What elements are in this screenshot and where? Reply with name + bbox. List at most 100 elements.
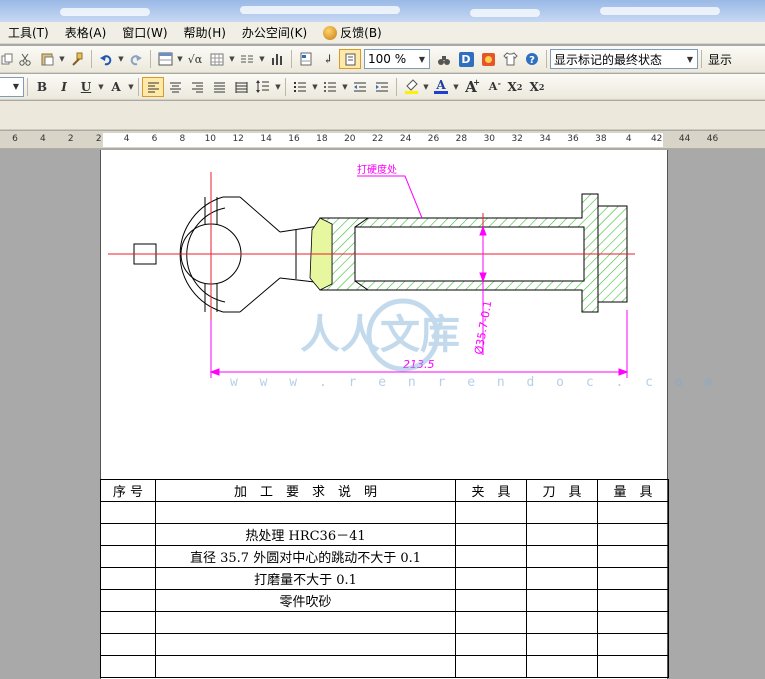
table-cell[interactable]	[455, 655, 527, 678]
table-cell[interactable]	[597, 501, 669, 524]
font-color-button[interactable]: A	[430, 77, 452, 97]
table-cell[interactable]	[526, 523, 598, 546]
menu-office-space[interactable]: 办公空间(K)	[234, 22, 315, 44]
table-cell[interactable]	[100, 501, 156, 524]
align-center-button[interactable]	[164, 77, 186, 97]
menu-help[interactable]: 帮助(H)	[176, 22, 234, 44]
d-button[interactable]: D	[455, 49, 477, 69]
italic-button[interactable]: I	[53, 77, 75, 97]
align-right-button[interactable]	[186, 77, 208, 97]
columns-dropdown-icon[interactable]: ▼	[258, 55, 266, 63]
undo-button[interactable]	[95, 49, 117, 69]
format-painter-button[interactable]	[66, 49, 88, 69]
table-cell[interactable]	[526, 501, 598, 524]
undo-dropdown-icon[interactable]: ▼	[117, 55, 125, 63]
menu-tools[interactable]: 工具(T)	[0, 22, 57, 44]
table-cell[interactable]	[526, 545, 598, 568]
table-cell[interactable]	[155, 501, 456, 524]
zoom-dropdown-icon[interactable]: ▼	[415, 50, 429, 68]
menu-feedback[interactable]: 反馈(B)	[315, 22, 390, 44]
table-cell[interactable]	[526, 567, 598, 590]
superscript-button[interactable]: X2	[504, 77, 526, 97]
table-cell[interactable]	[526, 611, 598, 634]
table-cell[interactable]	[455, 633, 527, 656]
highlight-dropdown-icon[interactable]: ▼	[422, 83, 430, 91]
gift-button[interactable]	[477, 49, 499, 69]
table-cell[interactable]	[100, 567, 156, 590]
numbering-dropdown-icon[interactable]: ▼	[311, 83, 319, 91]
show-menu-button[interactable]: 显示	[705, 49, 735, 69]
highlight-button[interactable]	[400, 77, 422, 97]
markup-display-combo[interactable]: 显示标记的最终状态 ▼	[550, 49, 698, 69]
table-cell[interactable]	[155, 633, 456, 656]
table-cell[interactable]	[526, 589, 598, 612]
table-cell[interactable]	[455, 589, 527, 612]
bullets-dropdown-icon[interactable]: ▼	[341, 83, 349, 91]
font-size-combo[interactable]: ▼	[0, 76, 24, 97]
paragraph-marks-button[interactable]: ↲	[317, 49, 339, 69]
table-cell[interactable]	[155, 655, 456, 678]
char-spacing-dropdown-icon[interactable]: ▼	[127, 83, 135, 91]
table-cell[interactable]	[455, 567, 527, 590]
table-cell[interactable]: 零件吹砂	[155, 589, 456, 612]
bullets-button[interactable]	[319, 77, 341, 97]
table-cell[interactable]	[526, 655, 598, 678]
cut-button[interactable]	[14, 49, 36, 69]
markup-dropdown-icon[interactable]: ▼	[683, 50, 697, 68]
find-button[interactable]	[433, 49, 455, 69]
copy-button[interactable]	[0, 49, 14, 69]
decrease-indent-button[interactable]	[349, 77, 371, 97]
line-spacing-dropdown-icon[interactable]: ▼	[274, 83, 282, 91]
paste-button[interactable]	[36, 49, 58, 69]
grow-font-button[interactable]: A +	[460, 77, 482, 97]
horizontal-ruler[interactable]: 6 4 2 2 4 6 8 10 12 14 16 18 20 22 24 26 28 30 32 34 36 38 4 42…	[0, 131, 765, 149]
table-cell[interactable]	[100, 611, 156, 634]
table-cell[interactable]	[526, 633, 598, 656]
underline-dropdown-icon[interactable]: ▼	[97, 83, 105, 91]
grid-dropdown-icon[interactable]: ▼	[228, 55, 236, 63]
table-cell[interactable]: 打磨量不大于 0.1	[155, 567, 456, 590]
bold-button[interactable]: B	[31, 77, 53, 97]
menu-table[interactable]: 表格(A)	[57, 22, 115, 44]
table-cell[interactable]	[455, 523, 527, 546]
table-cell[interactable]	[100, 655, 156, 678]
table-cell[interactable]	[455, 611, 527, 634]
distributed-button[interactable]	[230, 77, 252, 97]
read-layout-button[interactable]	[339, 49, 361, 69]
table-cell[interactable]	[597, 633, 669, 656]
subscript-button[interactable]: X2	[526, 77, 548, 97]
table-cell[interactable]	[455, 545, 527, 568]
table-cell[interactable]	[455, 501, 527, 524]
table-cell[interactable]	[597, 655, 669, 678]
table-cell[interactable]	[155, 611, 456, 634]
document-map-button[interactable]	[295, 49, 317, 69]
table-dropdown-icon[interactable]: ▼	[176, 55, 184, 63]
table-cell[interactable]	[100, 523, 156, 546]
formula-button[interactable]: √α	[184, 49, 206, 69]
numbering-button[interactable]	[289, 77, 311, 97]
columns-button[interactable]	[236, 49, 258, 69]
table-cell[interactable]: 热处理 HRC36－41	[155, 523, 456, 546]
table-cell[interactable]	[597, 589, 669, 612]
zoom-combo[interactable]: 100 % ▼	[364, 49, 430, 69]
table-cell[interactable]	[100, 589, 156, 612]
table-cell[interactable]	[597, 523, 669, 546]
font-color-dropdown-icon[interactable]: ▼	[452, 83, 460, 91]
table-cell[interactable]	[597, 611, 669, 634]
chart-button[interactable]	[266, 49, 288, 69]
char-spacing-button[interactable]: A	[105, 77, 127, 97]
table-cell[interactable]	[597, 567, 669, 590]
font-size-dropdown-icon[interactable]: ▼	[9, 78, 23, 96]
shirt-button[interactable]	[499, 49, 521, 69]
paste-dropdown-icon[interactable]: ▼	[58, 55, 66, 63]
table-cell[interactable]	[100, 545, 156, 568]
line-spacing-button[interactable]	[252, 77, 274, 97]
increase-indent-button[interactable]	[371, 77, 393, 97]
table-cell[interactable]: 直径 35.7 外圆对中心的跳动不大于 0.1	[155, 545, 456, 568]
table-cell[interactable]	[100, 633, 156, 656]
redo-button[interactable]	[125, 49, 147, 69]
align-left-button[interactable]	[142, 76, 164, 97]
shrink-font-button[interactable]: A-	[482, 77, 504, 97]
underline-button[interactable]: U	[75, 77, 97, 97]
table-cell[interactable]	[597, 545, 669, 568]
